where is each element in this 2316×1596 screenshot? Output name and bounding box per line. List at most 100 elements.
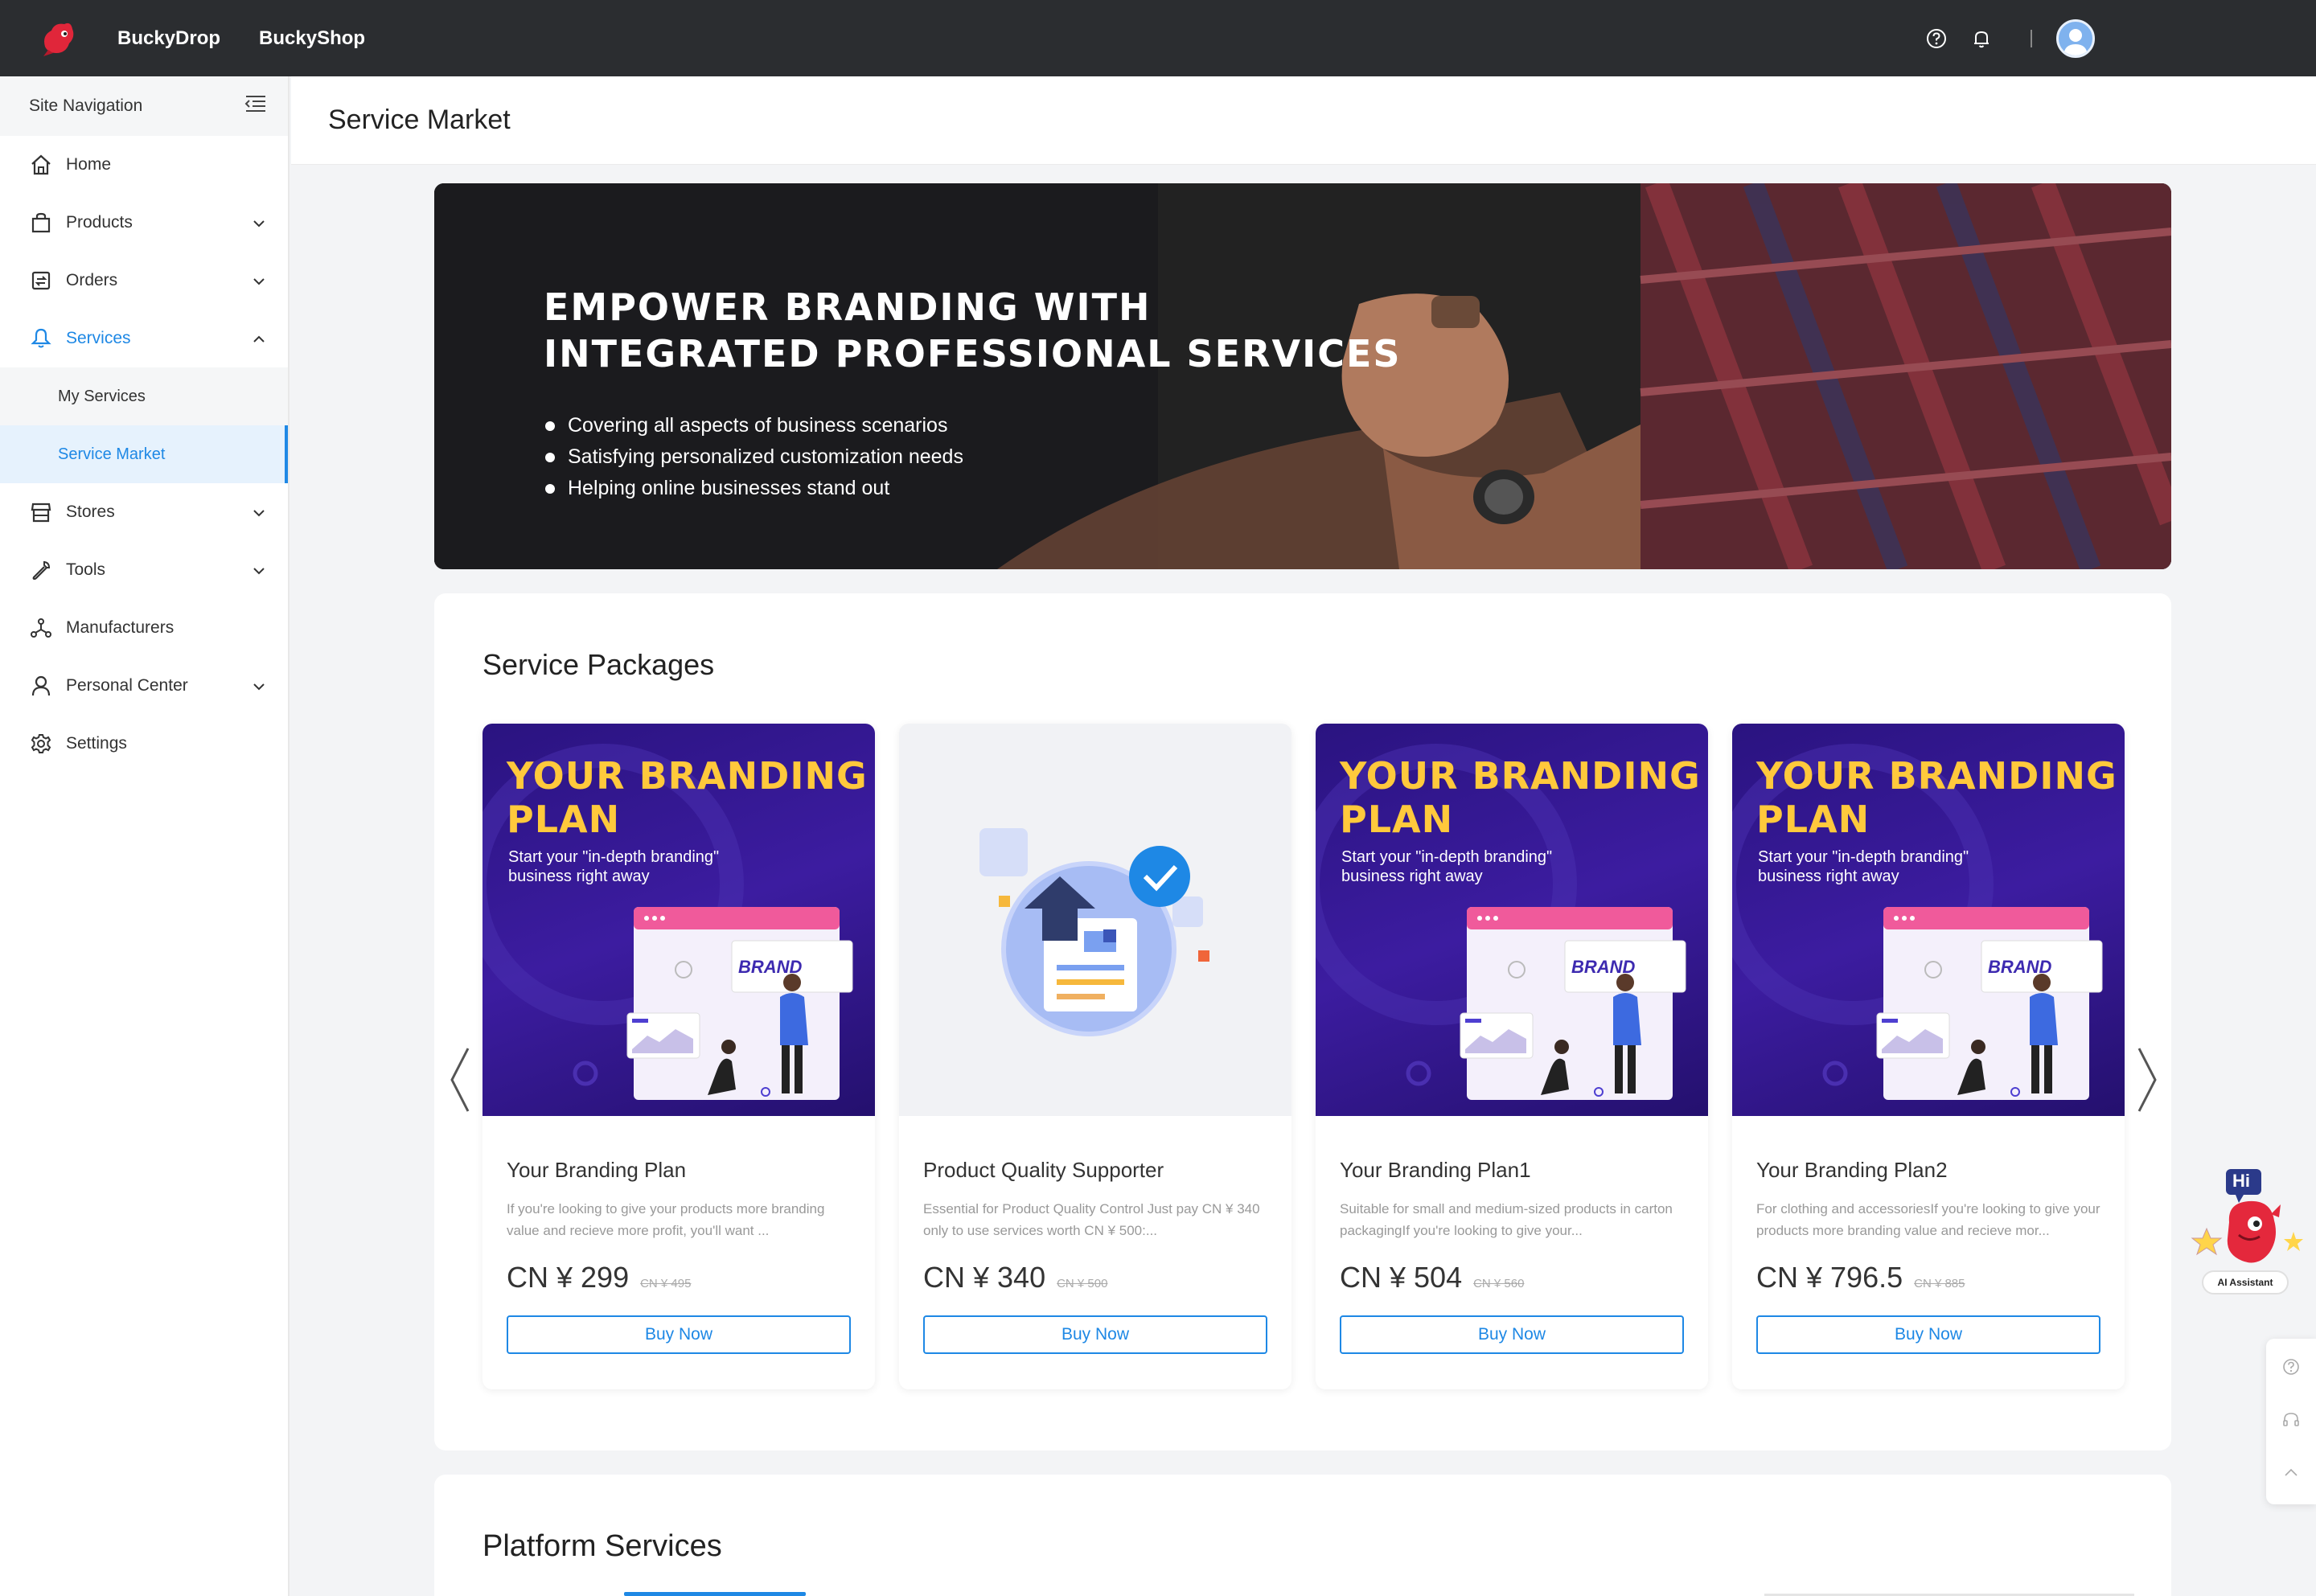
price-current: CN ¥ 504 [1340, 1261, 1463, 1294]
banner-title: EMPOWER BRANDING WITH INTEGRATED PROFESS… [544, 284, 1402, 377]
sidebar-item-tools[interactable]: Tools [0, 541, 288, 599]
banner-point: Satisfying personalized customization ne… [544, 441, 963, 473]
support-float-button[interactable] [2266, 1395, 2316, 1445]
sidebar-item-label: Manufacturers [66, 618, 175, 637]
avatar[interactable] [2056, 18, 2095, 58]
top-bar: BuckyDrop BuckyShop [0, 0, 2316, 76]
sidebar-item-manufacturers[interactable]: Manufacturers [0, 599, 288, 657]
plan-title-line2: PLAN [1340, 798, 1454, 841]
active-tab-indicator [624, 1592, 806, 1596]
package-price: CN ¥ 504 CN ¥ 560 [1340, 1261, 1524, 1294]
sidebar-item-settings[interactable]: Settings [0, 715, 288, 773]
top-divider [2031, 29, 2032, 47]
package-image: YOUR BRANDING PLAN Start your "in-depth … [1316, 724, 1708, 1116]
question-icon [2283, 1359, 2299, 1375]
package-description: For clothing and accessoriesIf you're lo… [1756, 1201, 2100, 1238]
package-card[interactable]: YOUR BRANDING PLAN Start your "in-depth … [1316, 724, 1708, 1389]
sidebar-item-label: Services [66, 329, 131, 347]
buy-now-button[interactable]: Buy Now [1756, 1315, 2100, 1354]
package-card[interactable]: YOUR BRANDING PLAN Start your "in-depth … [1732, 724, 2125, 1389]
carousel-next-button[interactable] [2131, 1044, 2163, 1116]
plan-title: YOUR BRANDING PLAN [1756, 754, 2117, 841]
package-name: Product Quality Supporter [923, 1158, 1164, 1182]
plan-title-line1: YOUR BRANDING [1756, 754, 2117, 798]
package-image [899, 724, 1291, 1116]
plan-title: YOUR BRANDING PLAN [1340, 754, 1701, 841]
plan-title-line2: PLAN [1756, 798, 1870, 841]
package-image: YOUR BRANDING PLAN Start your "in-depth … [1732, 724, 2125, 1116]
floating-toolbar [2266, 1339, 2316, 1504]
sidebar-item-label: Settings [66, 734, 127, 753]
plan-title-line1: YOUR BRANDING [507, 754, 868, 798]
price-current: CN ¥ 796.5 [1756, 1261, 1903, 1294]
buy-now-button[interactable]: Buy Now [923, 1315, 1267, 1354]
package-description: Essential for Product Quality Control Ju… [923, 1201, 1260, 1238]
collapse-menu-icon[interactable] [244, 94, 267, 118]
sidebar-item-personal-center[interactable]: Personal Center [0, 657, 288, 715]
banner-title-line1: EMPOWER BRANDING WITH [544, 285, 1152, 329]
package-card[interactable]: YOUR BRANDING PLAN Start your "in-depth … [482, 724, 875, 1389]
ai-assistant-label: AI Assistant [2202, 1270, 2289, 1294]
user-icon [29, 674, 53, 698]
plan-subtitle: Start your "in-depth branding" business … [1758, 848, 1969, 885]
ai-bubble-text: Hi [2232, 1171, 2250, 1191]
ai-assistant-button[interactable]: Hi AI Assistant [2191, 1158, 2311, 1299]
package-image: YOUR BRANDING PLAN Start your "in-depth … [482, 724, 875, 1116]
network-icon [29, 616, 53, 640]
package-name: Your Branding Plan1 [1340, 1158, 1531, 1182]
carousel-prev-button[interactable] [444, 1044, 476, 1116]
price-original: CN ¥ 495 [640, 1277, 692, 1290]
bell-icon[interactable] [1969, 27, 1994, 51]
buy-now-button[interactable]: Buy Now [507, 1315, 851, 1354]
package-price: CN ¥ 340 CN ¥ 500 [923, 1261, 1107, 1294]
nav-buckyshop[interactable]: BuckyShop [259, 27, 365, 50]
chevron-right-icon [2137, 1048, 2157, 1112]
services-icon [29, 326, 53, 351]
sidebar: Site Navigation Home Products Orders Ser… [0, 76, 290, 1596]
buy-now-button[interactable]: Buy Now [1340, 1315, 1684, 1354]
help-icon[interactable] [1924, 27, 1948, 51]
package-card[interactable]: Product Quality Supporter Essential for … [899, 724, 1291, 1389]
sidebar-subitem-my-services[interactable]: My Services [0, 367, 288, 425]
orders-icon [29, 269, 53, 293]
buckydrop-logo[interactable] [34, 14, 82, 63]
package-price: CN ¥ 796.5 CN ¥ 885 [1756, 1261, 1965, 1294]
package-price: CN ¥ 299 CN ¥ 495 [507, 1261, 691, 1294]
package-name: Your Branding Plan [507, 1158, 687, 1182]
sidebar-title: Site Navigation [29, 96, 143, 115]
section-title: Platform Services [482, 1529, 722, 1563]
back-to-top-button[interactable] [2266, 1448, 2316, 1498]
hero-banner: EMPOWER BRANDING WITH INTEGRATED PROFESS… [434, 183, 2171, 569]
sidebar-subitem-service-market[interactable]: Service Market [0, 425, 288, 483]
wrench-icon [29, 558, 53, 582]
ai-mascot-icon [2191, 1169, 2303, 1263]
sidebar-item-orders[interactable]: Orders [0, 252, 288, 310]
nav-buckydrop[interactable]: BuckyDrop [117, 27, 220, 50]
chevron-up-icon [2285, 1468, 2298, 1476]
chevron-down-icon [253, 560, 265, 580]
chevron-down-icon [253, 676, 265, 695]
price-current: CN ¥ 299 [507, 1261, 630, 1294]
banner-point: Covering all aspects of business scenari… [544, 410, 963, 441]
help-float-button[interactable] [2266, 1342, 2316, 1392]
sidebar-item-services[interactable]: Services [0, 310, 288, 367]
sidebar-item-products[interactable]: Products [0, 194, 288, 252]
sidebar-item-stores[interactable]: Stores [0, 483, 288, 541]
sidebar-header: Site Navigation [0, 76, 288, 136]
banner-point: Helping online businesses stand out [544, 473, 963, 504]
sidebar-item-label: Products [66, 213, 133, 232]
sidebar-item-label: Orders [66, 271, 118, 289]
price-original: CN ¥ 560 [1473, 1277, 1525, 1290]
headset-icon [2283, 1413, 2299, 1426]
gear-icon [29, 732, 53, 756]
page-title: Service Market [328, 105, 511, 135]
quality-check-illustration [979, 828, 1209, 1036]
price-original: CN ¥ 500 [1057, 1277, 1108, 1290]
banner-points: Covering all aspects of business scenari… [544, 410, 963, 504]
bag-icon [29, 211, 53, 235]
package-description: Suitable for small and medium-sized prod… [1340, 1201, 1673, 1238]
plan-title: YOUR BRANDING PLAN [507, 754, 868, 841]
sidebar-item-home[interactable]: Home [0, 136, 288, 194]
plan-title-line2: PLAN [507, 798, 621, 841]
store-icon [29, 500, 53, 524]
